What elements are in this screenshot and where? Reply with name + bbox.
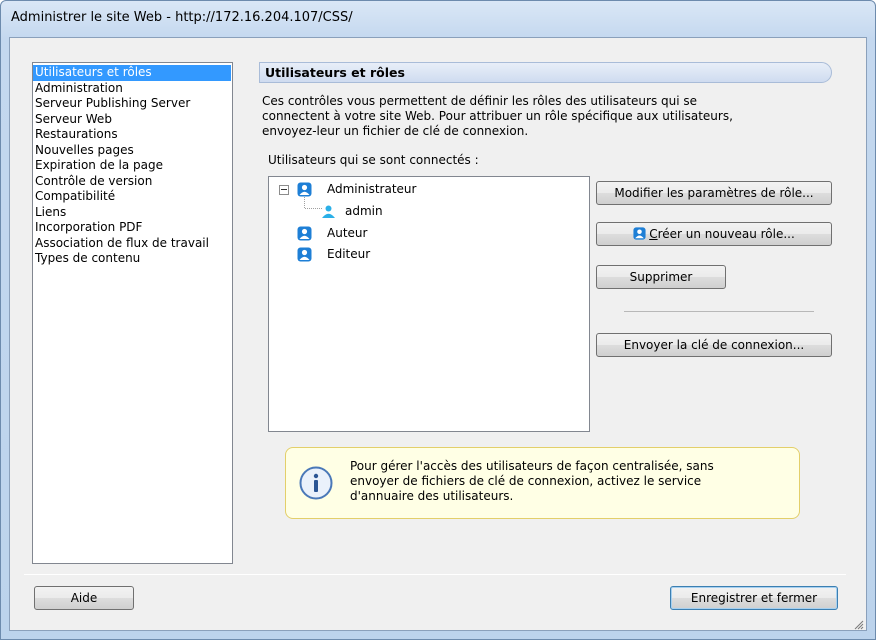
nav-item-restaurations[interactable]: Restaurations bbox=[33, 127, 232, 143]
modify-role-button[interactable]: Modifier les paramètres de rôle... bbox=[596, 181, 832, 205]
nav-item-publishing-server[interactable]: Serveur Publishing Server bbox=[33, 96, 232, 112]
tree-node-admin[interactable]: admin bbox=[269, 202, 569, 222]
nav-item-serveur-web[interactable]: Serveur Web bbox=[33, 112, 232, 128]
tree-node-label: Auteur bbox=[327, 226, 368, 240]
nav-item-utilisateurs-roles[interactable]: Utilisateurs et rôles bbox=[33, 65, 231, 81]
description-line: envoyez-leur un fichier de clé de connex… bbox=[262, 124, 529, 138]
info-line: d'annuaire des utilisateurs. bbox=[350, 489, 514, 503]
user-icon bbox=[322, 205, 335, 218]
delete-button[interactable]: Supprimer bbox=[596, 265, 726, 289]
nav-item-controle-version[interactable]: Contrôle de version bbox=[33, 174, 232, 190]
role-icon bbox=[297, 182, 312, 197]
nav-item-compatibilite[interactable]: Compatibilité bbox=[33, 189, 232, 205]
section-title: Utilisateurs et rôles bbox=[265, 65, 405, 80]
nav-item-nouvelles-pages[interactable]: Nouvelles pages bbox=[33, 143, 232, 159]
tree-node-label: Editeur bbox=[327, 247, 371, 261]
buttons-divider bbox=[624, 311, 814, 312]
info-line: envoyer de fichiers de clé de connexion,… bbox=[350, 474, 702, 488]
nav-item-liens[interactable]: Liens bbox=[33, 205, 232, 221]
help-button[interactable]: Aide bbox=[34, 586, 134, 610]
info-text: Pour gérer l'accès des utilisateurs de f… bbox=[350, 459, 790, 504]
nav-item-administration[interactable]: Administration bbox=[33, 81, 232, 97]
tree-node-auteur[interactable]: Auteur bbox=[269, 224, 569, 244]
tree-node-label: Administrateur bbox=[327, 182, 417, 196]
category-list[interactable]: Utilisateurs et rôles Administration Ser… bbox=[32, 62, 233, 564]
description-line: Ces contrôles vous permettent de définir… bbox=[262, 94, 698, 108]
create-role-accelerator: C bbox=[649, 227, 658, 241]
section-header: Utilisateurs et rôles bbox=[259, 62, 832, 83]
nav-item-types-contenu[interactable]: Types de contenu bbox=[33, 251, 232, 267]
info-icon bbox=[299, 466, 333, 500]
tree-node-editeur[interactable]: Editeur bbox=[269, 245, 569, 265]
create-role-button[interactable]: Créer un nouveau rôle... bbox=[596, 222, 832, 246]
save-close-button[interactable]: Enregistrer et fermer bbox=[670, 586, 838, 610]
nav-item-flux-travail[interactable]: Association de flux de travail bbox=[33, 236, 232, 252]
tree-node-label: admin bbox=[345, 204, 383, 218]
create-role-label: réer un nouveau rôle... bbox=[657, 227, 795, 241]
connected-users-label: Utilisateurs qui se sont connectés : bbox=[268, 153, 479, 167]
send-key-button[interactable]: Envoyer la clé de connexion... bbox=[596, 333, 832, 357]
collapse-icon[interactable] bbox=[279, 185, 289, 195]
info-line: Pour gérer l'accès des utilisateurs de f… bbox=[350, 459, 714, 473]
title-bar[interactable]: Administrer le site Web - http://172.16.… bbox=[1, 1, 875, 35]
role-icon bbox=[633, 227, 646, 240]
nav-item-incorporation-pdf[interactable]: Incorporation PDF bbox=[33, 220, 232, 236]
role-icon bbox=[297, 247, 312, 262]
footer-separator bbox=[24, 574, 846, 575]
window-title: Administrer le site Web - http://172.16.… bbox=[11, 10, 353, 25]
role-icon bbox=[297, 226, 312, 241]
resize-grip-icon[interactable] bbox=[854, 620, 864, 630]
section-description: Ces contrôles vous permettent de définir… bbox=[262, 94, 822, 139]
info-box: Pour gérer l'accès des utilisateurs de f… bbox=[285, 447, 800, 519]
description-line: connectent à votre site Web. Pour attrib… bbox=[262, 109, 733, 123]
users-tree[interactable]: Administrateur admin Auteur Editeur bbox=[268, 176, 590, 432]
nav-item-expiration-page[interactable]: Expiration de la page bbox=[33, 158, 232, 174]
